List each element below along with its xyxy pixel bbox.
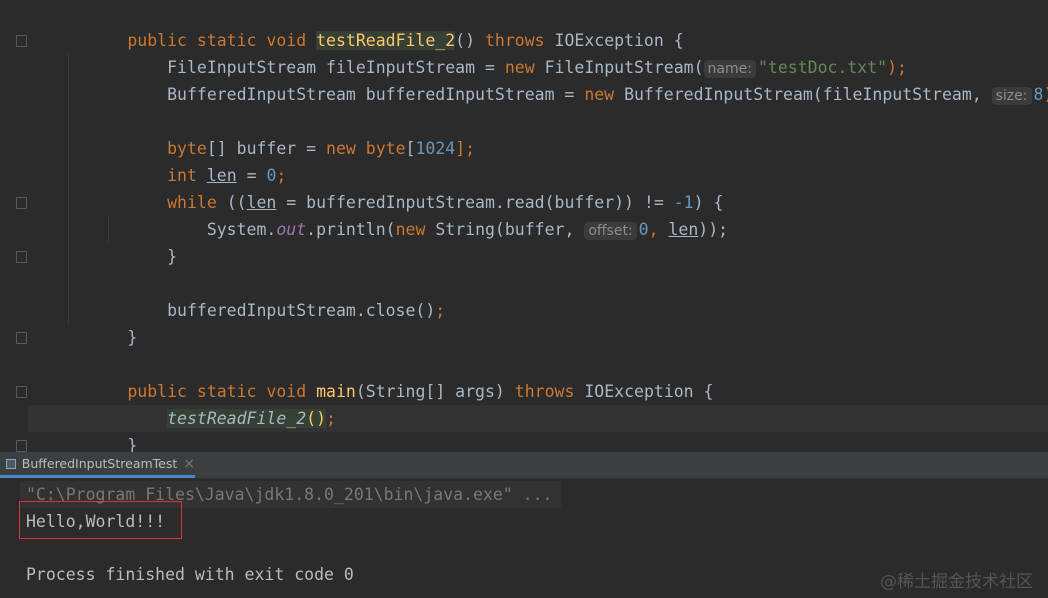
run-tab[interactable]: BufferedInputStreamTest × [0,452,195,478]
code-line-current: testReadFile_2(); [28,405,1048,432]
inlay-hint: size: [992,87,1032,105]
inlay-hint: offset: [584,222,636,240]
run-toolwindow-header: BufferedInputStreamTest × [0,452,1048,479]
console-exit-line: Process finished with exit code 0 [26,561,354,588]
code-line: System.out.println(new String(buffer, of… [28,216,1048,243]
code-line: FileInputStream fileInputStream = new Fi… [28,54,1048,81]
code-line: } [28,243,1048,270]
code-line: byte[] buffer = new byte[1024]; [28,135,1048,162]
fold-icon[interactable] [16,197,27,209]
code-line: } [28,324,1048,351]
code-editor[interactable]: public static void testReadFile_2() thro… [0,0,1048,452]
inlay-hint: name: [704,60,756,78]
close-icon[interactable]: × [183,456,195,472]
code-line: BufferedInputStream bufferedInputStream … [28,81,1048,108]
console-icon [6,459,16,469]
fold-icon[interactable] [16,332,27,344]
run-tab-label: BufferedInputStreamTest [22,456,178,471]
code-line: } [28,432,1048,452]
fold-icon[interactable] [16,440,27,452]
code-line: int len = 0; [28,162,1048,189]
code-line: while ((len = bufferedInputStream.read(b… [28,189,1048,216]
code-line: public static void testReadFile_2() thro… [28,27,1048,54]
fold-icon[interactable] [16,251,27,263]
fold-icon[interactable] [16,386,27,398]
watermark: @稀土掘金技术社区 [880,567,1033,592]
code-line: bufferedInputStream.close(); [28,297,1048,324]
fold-icon[interactable] [16,35,27,47]
code-line: public static void main(String[] args) t… [28,378,1048,405]
highlight-box [19,501,182,539]
